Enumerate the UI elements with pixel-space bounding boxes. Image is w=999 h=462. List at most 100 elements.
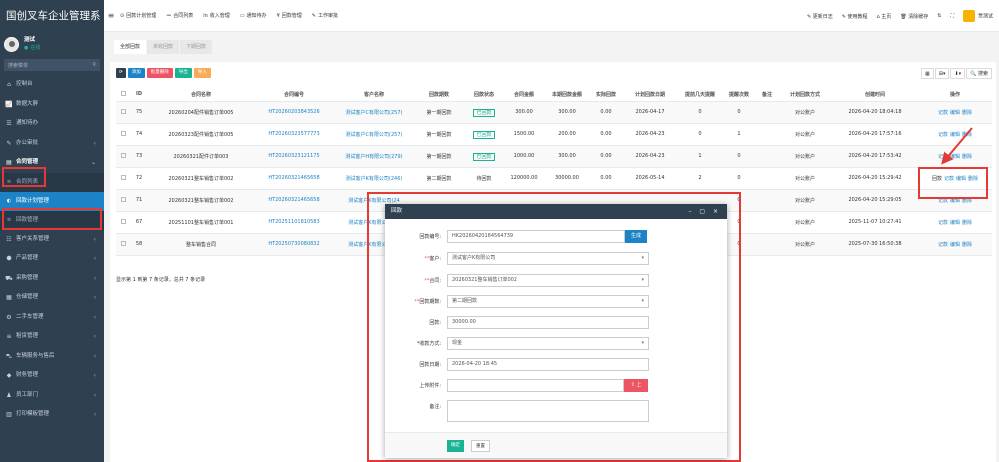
contract-no-link[interactable]: HT20260323577773 [268,131,319,137]
field-input-0[interactable]: HK20260420184564739 [447,230,625,243]
toggle-view-button[interactable]: ▦ [921,68,934,79]
sidebar-item-product[interactable]: ⬢ 产品管理 ‹ [0,249,104,269]
sidebar-item-todo[interactable]: ☰ 通知待办 [0,114,104,134]
sidebar-subitem-2[interactable]: ≡ 回款管理 [0,210,104,230]
top-right-item-1[interactable]: ✎ 使用教程 [842,13,868,20]
op-0-button[interactable]: 记款 [938,220,948,226]
sidebar-item-purchase[interactable]: ⛟ 采购管理 ‹ [0,269,104,289]
sidebar-item-approve[interactable]: ✎ 办公审批 ‹ [0,134,104,154]
menu-toggle-icon[interactable]: ≡ [104,11,118,20]
tab-1[interactable]: 未收回款 [147,40,180,54]
contract-no-link[interactable]: HT20260203843526 [268,109,319,115]
user-menu[interactable]: 贾测试 [962,10,993,22]
topnav-item-2[interactable]: in 收入管理 [203,12,230,19]
row-checkbox[interactable] [120,153,126,158]
sidebar-item-contract[interactable]: ▤ 合同管理 ⌄ [0,153,104,173]
sidebar-subitem-1[interactable]: ◐ 回款计划管理 [0,191,104,211]
topnav-item-1[interactable]: ≔ 合同列表 [166,12,193,19]
field-input-1[interactable]: 测试客户K有限公司 [447,252,649,265]
row-checkbox[interactable] [120,197,126,202]
sidebar-item-home[interactable]: ⌂ 控制台 [0,75,104,95]
row-checkbox[interactable] [120,175,126,180]
field-input-2[interactable]: 20260321整车销售订单002 [447,274,649,287]
field-input-8[interactable] [447,400,649,422]
top-right-item-3[interactable]: 🗑 清除缓存 [900,13,928,20]
upload-button[interactable]: ⇪ 上传 [624,379,648,401]
field-input-6[interactable]: 2026-04-20 18:45 [447,358,649,371]
op-1-button[interactable]: 编辑 [950,110,960,116]
table-row[interactable]: 72 20260321整车销售订单002 HT20260321465658 测试客户K… [116,167,992,190]
customer-link[interactable]: 测试客户C有限公司(257) [346,132,403,138]
row-checkbox[interactable] [120,109,126,114]
add-button[interactable]: 添加 [127,68,145,78]
menu-search-input[interactable]: 搜索菜单 ⚲ [4,59,100,71]
search-button[interactable]: 🔍 搜索 [966,68,992,79]
contract-no-link[interactable]: HT20260321465658 [268,175,319,181]
op-0-button[interactable]: 记款 [938,154,948,160]
topnav-item-0[interactable]: ⊙ 回款计划管理 [120,12,156,19]
sidebar-subitem-0[interactable]: ≡ 合同列表 [0,172,104,192]
contract-no-link[interactable]: HT20260321465658 [268,197,319,203]
reset-button[interactable]: 重置 [471,440,490,452]
op-1-button[interactable]: 编辑 [950,220,960,226]
customer-link[interactable]: 测试客户C有限公司(257) [346,110,403,116]
topnav-item-5[interactable]: ✎ 工作审批 [312,12,338,19]
sidebar-item-finance[interactable]: ◆ 财务管理 ‹ [0,366,104,386]
generate-button[interactable]: 生成 [625,230,647,243]
tab-2[interactable]: 下期回款 [180,40,213,54]
import-button[interactable]: 导入 [193,68,211,78]
op-2-button[interactable]: 删除 [962,154,972,160]
customer-link[interactable]: 测试客户K有限公司(246) [346,176,403,182]
top-right-item-4[interactable]: ⇅ [937,13,941,19]
row-checkbox[interactable] [120,131,126,136]
contract-no-link[interactable]: HT20251101810583 [268,219,319,225]
field-input-7[interactable] [447,379,624,392]
sidebar-item-hr[interactable]: ♟ 员工部门 ‹ [0,386,104,406]
batch-delete-button[interactable]: 批量删除 [146,68,173,78]
top-right-item-5[interactable]: ⛶ [950,13,954,19]
field-input-4[interactable]: 30000.00 [447,316,649,329]
columns-button[interactable]: ⊞▾ [934,68,950,79]
sidebar-item-rent[interactable]: ≡ 租赁管理 ‹ [0,327,104,347]
op-2-button[interactable]: 删除 [962,132,972,138]
confirm-button[interactable]: 确定 [447,440,464,452]
topnav-item-3[interactable]: ▭ 通知待办 [240,12,267,19]
export-dropdown-button[interactable]: ⬇▾ [950,68,966,79]
table-row[interactable]: 75 20260204配件销售订单005 HT20260203843526 测试客户C… [116,101,992,124]
sidebar-item-print[interactable]: ▥ 打印模板管理 ‹ [0,405,104,425]
select-all-checkbox[interactable] [120,91,126,97]
window-controls-icon[interactable]: – ▢ × [688,204,721,219]
sidebar-item-chart[interactable]: 📈 数据大屏 [0,95,104,115]
refresh-button[interactable]: ⟳ [116,68,126,78]
table-row[interactable]: 73 20260321配件订单003 HT20260323121175 测试客户H有限… [116,145,992,168]
top-right-item-0[interactable]: ✎ 更新日志 [807,13,833,20]
sidebar-item-warehouse[interactable]: ▦ 仓储管理 ‹ [0,288,104,308]
avatar[interactable] [4,36,19,52]
field-input-3[interactable]: 第二期回款 [447,295,649,308]
table-row[interactable]: 74 20260323配件销售订单005 HT20260323577773 测试客户C… [116,123,992,146]
op-0-button[interactable]: 记款 [938,132,948,138]
row-checkbox[interactable] [120,241,126,246]
op-0-button[interactable]: 记款 [938,242,948,248]
contract-no-link[interactable]: HT20260323121175 [268,153,319,159]
sidebar-item-customer[interactable]: ☷ 客户关系管理 ‹ [0,230,104,250]
top-right-item-2[interactable]: ⌂ 主页 [877,13,892,20]
contract-no-link[interactable]: HT20250730080832 [268,241,319,247]
op-0-button[interactable]: 记款 [938,110,948,116]
field-input-5[interactable]: 现金 [447,337,649,350]
sidebar-item-service[interactable]: ⛍ 车辆服务与售后 ‹ [0,347,104,367]
payment-dialog: 回款 – ▢ × 回款编号: HK20260420184564739 生成 **客户:… [385,204,727,458]
tab-0[interactable]: 全部回款 [114,40,147,54]
op-1-button[interactable]: 编辑 [950,154,960,160]
op-2-button[interactable]: 删除 [962,220,972,226]
topnav-item-4[interactable]: ¥ 回款管理 [277,12,302,19]
op-2-button[interactable]: 删除 [962,242,972,248]
search-icon[interactable]: ⚲ [92,62,96,68]
row-checkbox[interactable] [120,219,126,224]
op-1-button[interactable]: 编辑 [950,132,960,138]
sidebar-item-secondhand[interactable]: ⚙ 二手车管理 ‹ [0,308,104,328]
op-1-button[interactable]: 编辑 [950,242,960,248]
customer-link[interactable]: 测试客户H有限公司(279) [345,154,402,160]
export-button[interactable]: 导出 [174,68,192,78]
op-2-button[interactable]: 删除 [962,110,972,116]
